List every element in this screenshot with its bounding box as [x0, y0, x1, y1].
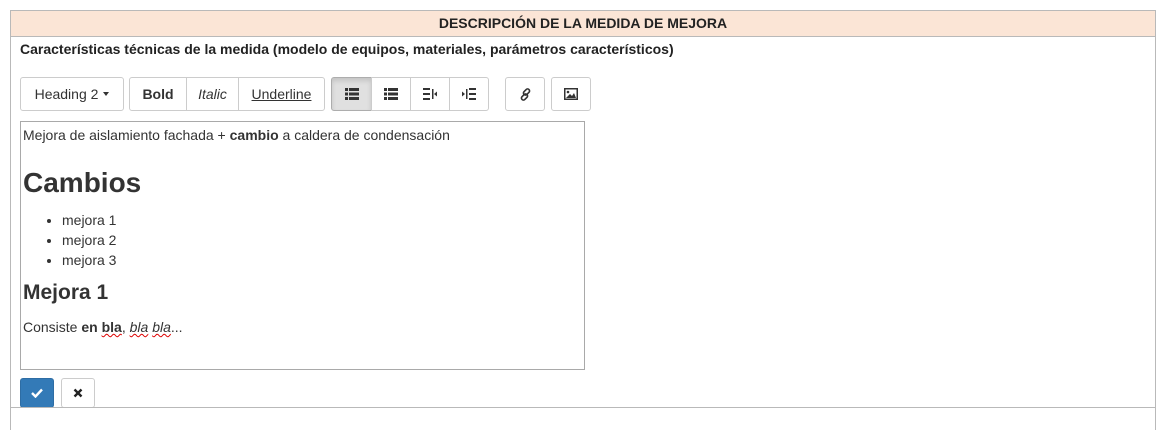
- link-button[interactable]: [505, 77, 545, 111]
- measure-panel: DESCRIPCIÓN DE LA MEDIDA DE MEJORA Carac…: [10, 10, 1156, 430]
- image-group: [551, 77, 591, 111]
- para-bold-text: en: [81, 319, 102, 335]
- caret-down-icon: [103, 92, 110, 96]
- outdent-icon: [423, 88, 437, 100]
- rich-text-editor[interactable]: Mejora de aislamiento fachada + cambio a…: [20, 121, 585, 370]
- editor-intro-paragraph: Mejora de aislamiento fachada + cambio a…: [23, 126, 582, 144]
- underline-button[interactable]: Underline: [238, 77, 325, 111]
- para-italic-misspelled: bla: [129, 319, 149, 335]
- heading-dropdown-label: Heading 2: [34, 86, 99, 102]
- intro-text-end: a caldera de condensación: [278, 127, 450, 143]
- editor-heading-2: Mejora 1: [23, 281, 109, 304]
- bold-button[interactable]: Bold: [129, 77, 187, 111]
- intro-bold-text: cambio: [229, 127, 279, 143]
- image-button[interactable]: [551, 77, 591, 111]
- panel-title: DESCRIPCIÓN DE LA MEDIDA DE MEJORA: [11, 11, 1155, 37]
- panel-divider: [11, 407, 1155, 408]
- panel-subtitle: Características técnicas de la medida (m…: [20, 41, 674, 57]
- editor-paragraph: Consiste en bla, bla bla...: [23, 318, 582, 336]
- format-group: Bold Italic Underline: [129, 77, 325, 111]
- save-button[interactable]: [20, 378, 54, 408]
- para-bold-misspelled: bla: [101, 319, 122, 335]
- list-group: [331, 77, 489, 111]
- list-item: mejora 3: [62, 250, 582, 270]
- ordered-list-button[interactable]: [371, 77, 411, 111]
- list-item: mejora 2: [62, 230, 582, 250]
- cancel-button[interactable]: [61, 378, 95, 408]
- check-icon: [31, 388, 43, 398]
- unordered-list-button[interactable]: [331, 77, 372, 111]
- list-ul-icon: [344, 88, 359, 100]
- para-comma: ,: [121, 319, 130, 335]
- indent-button[interactable]: [449, 77, 489, 111]
- editor-bullet-list: mejora 1 mejora 2 mejora 3: [23, 210, 582, 270]
- indent-icon: [462, 88, 476, 100]
- link-group: [505, 77, 545, 111]
- para-ellipsis: ...: [170, 319, 183, 335]
- list-ol-icon: [384, 88, 398, 100]
- heading-dropdown[interactable]: Heading 2: [20, 77, 124, 111]
- editor-heading-1: Cambios: [23, 167, 142, 198]
- outdent-button[interactable]: [410, 77, 450, 111]
- list-item: mejora 1: [62, 210, 582, 230]
- italic-button[interactable]: Italic: [186, 77, 239, 111]
- para-italic-misspelled: bla: [152, 319, 171, 335]
- close-icon: [73, 388, 83, 398]
- image-icon: [564, 88, 578, 100]
- para-text: Consiste: [23, 319, 82, 335]
- heading-group: Heading 2: [20, 77, 124, 111]
- intro-text: Mejora de aislamiento fachada +: [23, 127, 230, 143]
- link-icon: [519, 87, 532, 101]
